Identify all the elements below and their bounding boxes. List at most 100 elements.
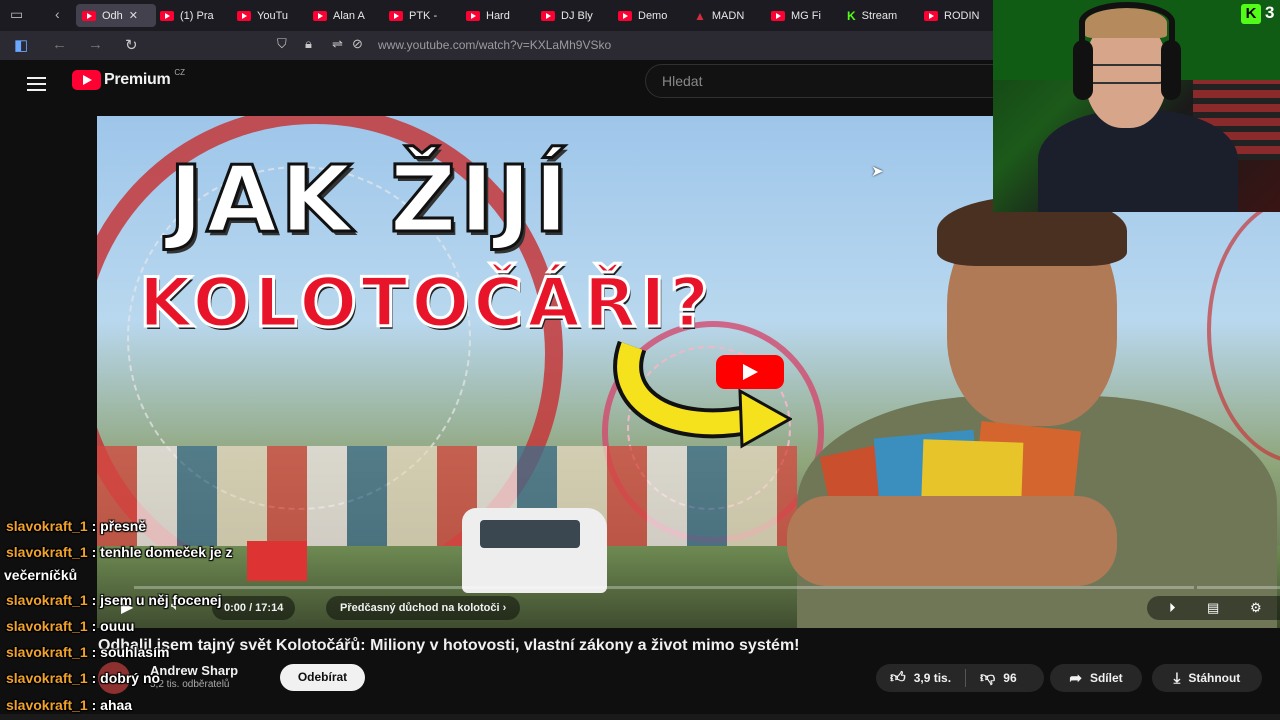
time-display: 0:00 / 17:14 [212, 596, 296, 620]
chevron-right-icon: › [502, 602, 507, 614]
tab-label: DJ Bly [561, 9, 593, 22]
tab-label: Odh [102, 9, 123, 22]
tab-label: Alan A [333, 9, 365, 22]
chat-text: dobrý no [100, 670, 161, 686]
chat-text: jsem u něj focenej [100, 592, 222, 608]
browser-tab[interactable]: Alan A [313, 4, 369, 27]
address-bar-url[interactable]: www.youtube.com/watch?v=KXLaMh9VSko [378, 38, 611, 52]
chat-user: slavokraft_1 [6, 644, 88, 660]
chat-text: ouuu [100, 618, 135, 634]
hands-graphic [787, 496, 1117, 586]
sidebar-toggle-icon[interactable]: ◧ [14, 36, 28, 54]
search-placeholder: Hledat [662, 73, 703, 89]
like-dislike-group: 👍︎ 3,9 tis. 👎︎ 96 [876, 664, 1044, 692]
tab-label: PTK - [409, 9, 438, 22]
menu-icon[interactable] [27, 73, 46, 95]
like-count: 3,9 tis. [913, 671, 952, 685]
tab-label: YouTu [257, 9, 288, 22]
streamer-webcam [993, 0, 1280, 212]
settings-gear-icon[interactable]: ⚙ [1250, 600, 1262, 616]
red-booth-graphic [247, 541, 307, 581]
lock-icon[interactable]: 🔒︎ [305, 36, 312, 52]
chat-user: slavokraft_1 [6, 544, 88, 560]
browser-tab[interactable]: ▲ MADN [694, 4, 750, 27]
browser-tab[interactable]: DJ Bly [541, 4, 597, 27]
video-title: Odhalil jsem tajný svět Kolotočářů: Mili… [98, 637, 800, 654]
browser-tab[interactable]: K Stream [847, 4, 903, 27]
back-icon[interactable]: ← [52, 36, 67, 53]
thumbs-down-icon: 👎︎ [980, 669, 996, 686]
chapter-label: Předčasný důchod na kolotoči [340, 602, 500, 614]
share-button[interactable]: ➦ Sdílet [1050, 664, 1142, 692]
browser-tab[interactable]: (1) Pra [160, 4, 222, 27]
chat-user: slavokraft_1 [6, 670, 88, 686]
progress-bar-segment[interactable] [1197, 586, 1280, 589]
youtube-favicon-icon [618, 10, 632, 21]
tab-overview-icon[interactable]: ▭ [10, 6, 23, 23]
share-label: Sdílet [1089, 671, 1123, 685]
tab-label: Demo [638, 9, 668, 22]
chat-user: slavokraft_1 [6, 518, 88, 534]
search-input[interactable]: Hledat [645, 64, 1007, 98]
madness-favicon-icon: ▲ [694, 8, 706, 23]
browser-tab[interactable]: MG Fi [771, 4, 827, 27]
youtube-favicon-icon [466, 10, 480, 21]
chat-message: slavokraft_1 : přesně [6, 518, 147, 534]
right-controls: ⏵ ▤ ⚙ [1147, 596, 1280, 620]
permissions-icon[interactable]: ⇌ [332, 36, 343, 52]
forward-icon[interactable]: → [88, 36, 103, 53]
chapter-button[interactable]: Předčasný důchod na kolotoči › [326, 596, 521, 620]
thumbnail-title-line1: JAK ŽIJÍ [167, 145, 572, 255]
tab-label: MG Fi [791, 9, 821, 22]
like-button[interactable]: 👍︎ 3,9 tis. [876, 664, 965, 692]
browser-tab[interactable]: RODIN [924, 4, 980, 27]
youtube-favicon-icon [771, 10, 785, 21]
browser-tab-active[interactable]: Odh ✕ [76, 4, 156, 27]
subtitles-icon[interactable]: ▤ [1207, 600, 1219, 616]
chat-message: slavokraft_1 : ahaa [6, 697, 133, 713]
youtube-favicon-icon [389, 10, 403, 21]
subscribe-button[interactable]: Odebírat [280, 664, 365, 691]
play-button[interactable] [716, 355, 784, 389]
thumbnail-title-line2: KOLOTOČÁŘI? [138, 263, 713, 345]
thumbs-up-icon: 👍︎ [890, 669, 906, 686]
kick-viewer-count: 3 [1265, 3, 1275, 22]
tracking-off-icon[interactable]: ⊘ [352, 36, 363, 52]
browser-tab[interactable]: Hard [466, 4, 522, 27]
dislike-button[interactable]: 👎︎ 96 [966, 664, 1031, 692]
reload-icon[interactable]: ↻ [125, 36, 138, 54]
download-label: Stáhnout [1188, 671, 1241, 685]
youtube-premium-logo[interactable]: Premium CZ [72, 68, 185, 90]
shield-icon[interactable]: ⛉ [277, 36, 287, 52]
tab-label: Stream [861, 9, 898, 22]
tab-label: (1) Pra [180, 9, 214, 22]
tab-scroll-left-icon[interactable]: ‹ [55, 6, 60, 22]
chat-user: slavokraft_1 [6, 618, 88, 634]
mouse-cursor-icon: ➤ [871, 163, 884, 180]
logo-text: Premium [104, 71, 171, 88]
browser-tab[interactable]: PTK - [389, 4, 445, 27]
youtube-favicon-icon [82, 10, 96, 21]
kick-logo-icon: K [1241, 4, 1261, 24]
browser-tab[interactable]: Demo [618, 4, 674, 27]
youtube-favicon-icon [541, 10, 555, 21]
kick-favicon-icon: K [847, 8, 856, 23]
tab-label: RODIN [944, 9, 980, 22]
download-icon: ⤓ [1173, 669, 1181, 687]
subscriber-count: 5,2 tis. odběratelů [150, 679, 230, 690]
chat-user: slavokraft_1 [6, 592, 88, 608]
chat-text-wrapped: večerníčků [4, 567, 78, 583]
tab-close-icon[interactable]: ✕ [129, 9, 138, 22]
youtube-favicon-icon [924, 10, 938, 21]
chat-text: ahaa [100, 697, 133, 713]
chat-message: slavokraft_1 : tenhle domeček je z [6, 544, 233, 560]
progress-bar[interactable] [134, 586, 1194, 589]
download-button[interactable]: ⤓ Stáhnout [1152, 664, 1262, 692]
tab-label: MADN [711, 9, 745, 22]
channel-name[interactable]: Andrew Sharp [150, 663, 238, 678]
youtube-favicon-icon [313, 10, 327, 21]
chat-message: slavokraft_1 : jsem u něj focenej [6, 592, 222, 608]
autoplay-toggle-icon[interactable]: ⏵ [1169, 600, 1176, 616]
youtube-favicon-icon [237, 10, 251, 21]
browser-tab[interactable]: YouTu [237, 4, 295, 27]
